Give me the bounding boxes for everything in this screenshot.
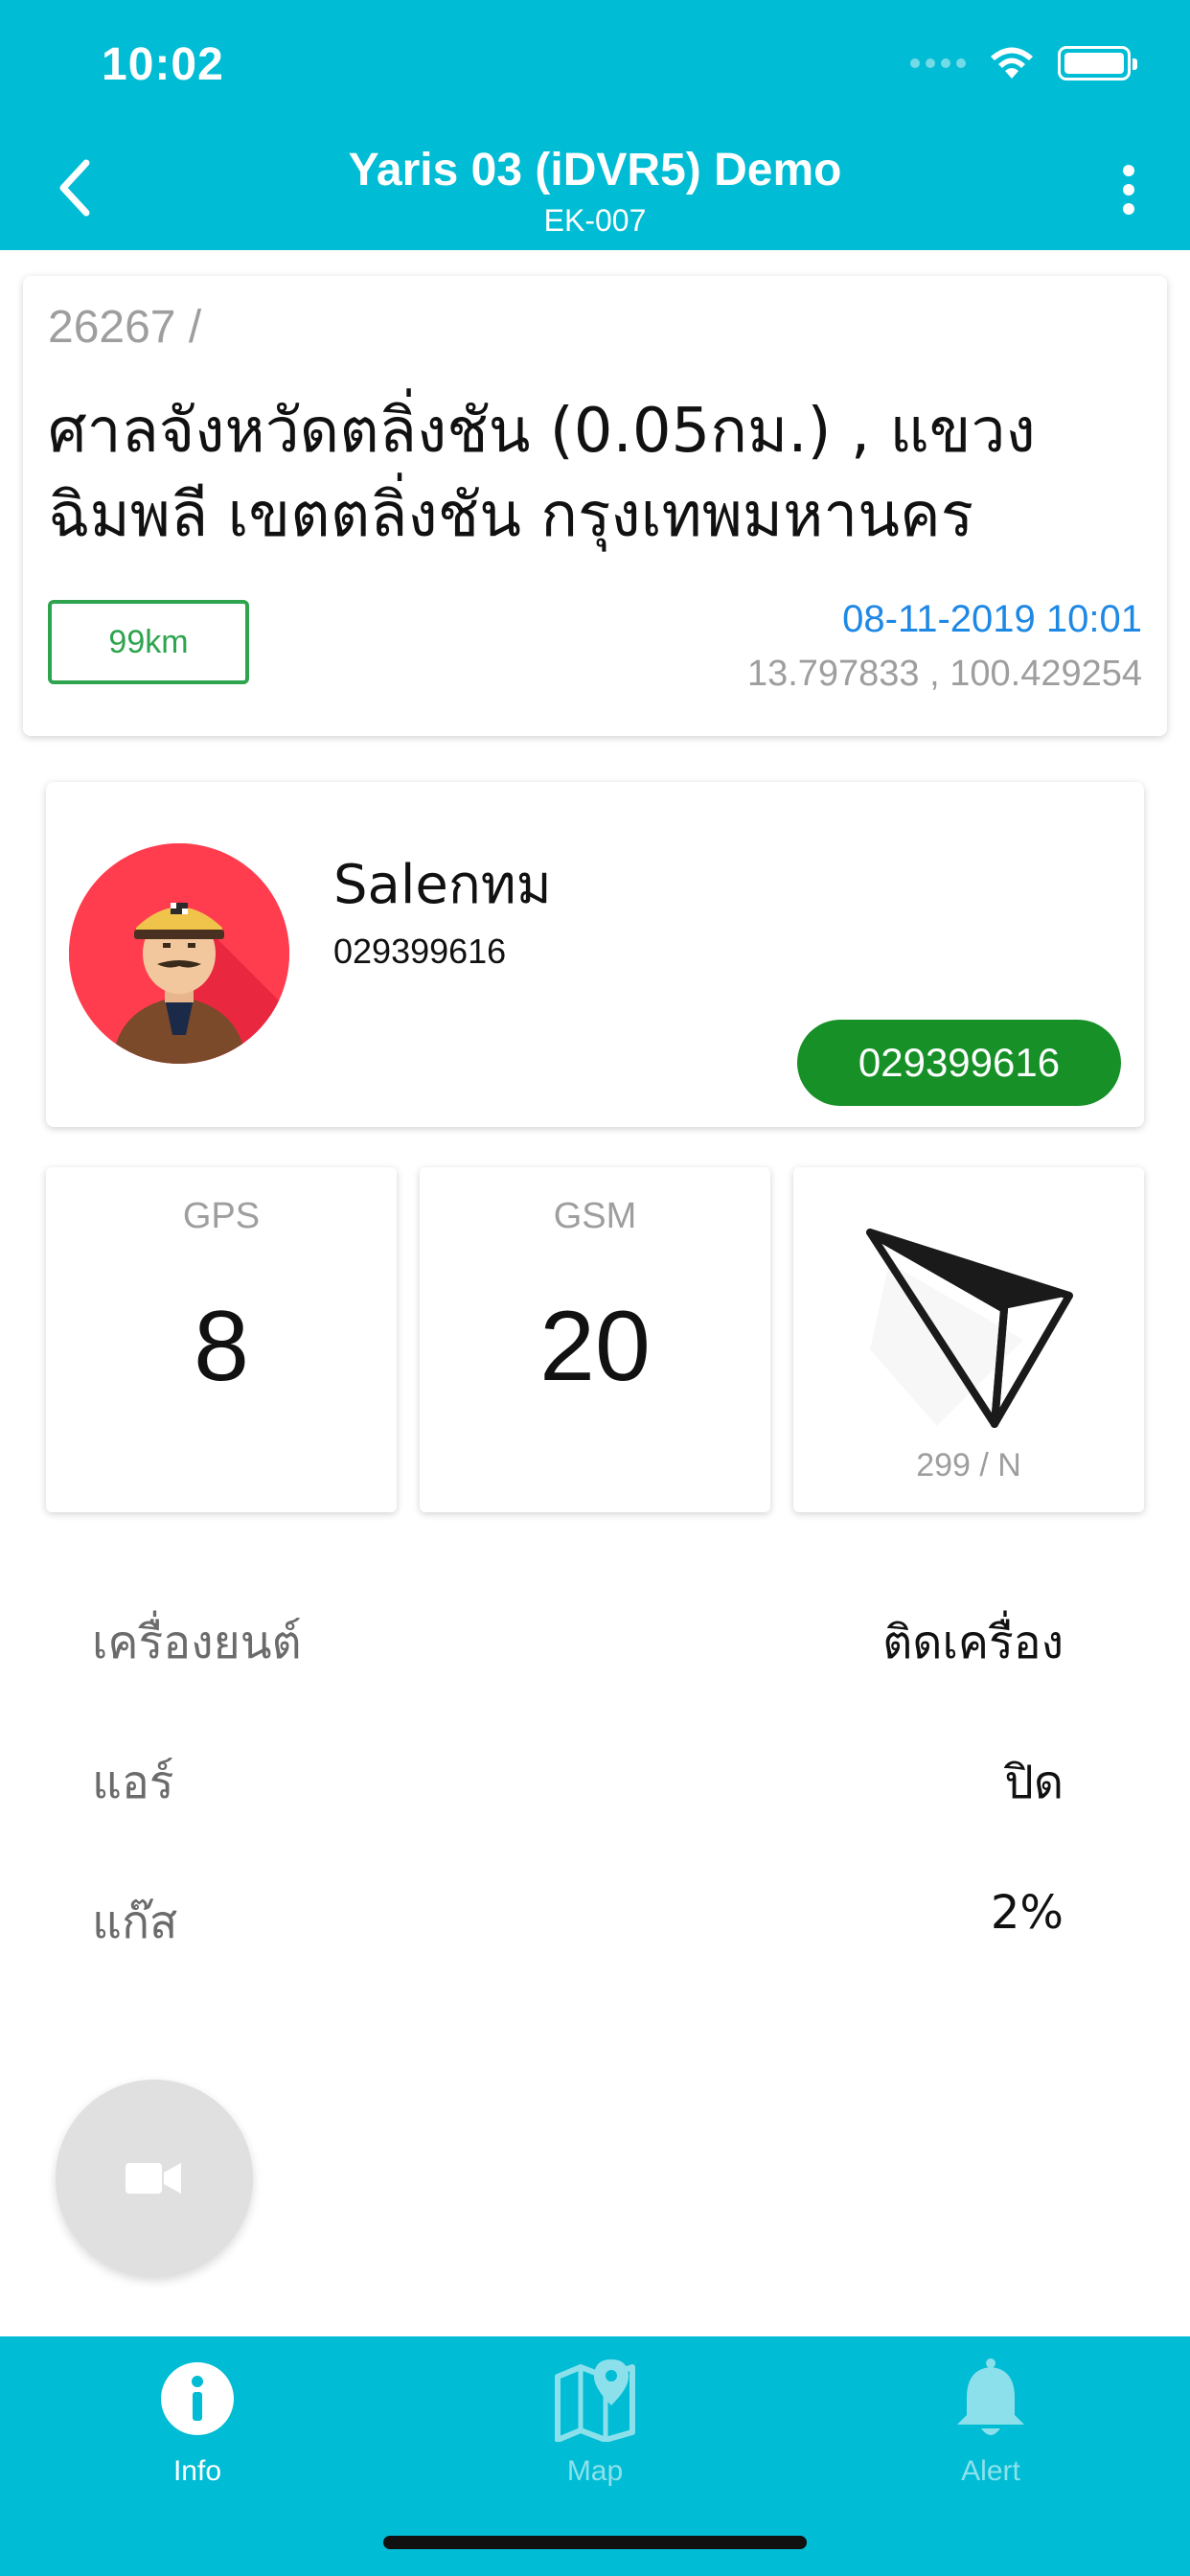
tab-map[interactable]: Map bbox=[490, 2356, 700, 2518]
more-options-button[interactable] bbox=[1106, 161, 1152, 218]
info-value: ติดเครื่อง bbox=[882, 1616, 1064, 1669]
info-key: เครื่องยนต์ bbox=[92, 1616, 302, 1669]
heading-arrow-icon bbox=[866, 1229, 1073, 1428]
home-indicator bbox=[383, 2536, 807, 2549]
gsm-stat-card: GSM 20 bbox=[420, 1167, 770, 1512]
page-subtitle: EK-007 bbox=[543, 203, 647, 238]
gps-value: 8 bbox=[194, 1291, 249, 1402]
gps-label: GPS bbox=[182, 1196, 261, 1236]
location-address: ศาลจังหวัดตลิ่งชัน (0.05กม.) , แขวงฉิมพล… bbox=[48, 396, 1036, 551]
cellular-signal-icon bbox=[910, 58, 966, 68]
info-value: ปิด bbox=[1004, 1756, 1064, 1809]
info-row-engine: เครื่องยนต์ ติดเครื่อง bbox=[92, 1606, 1064, 1683]
info-value: 2% bbox=[990, 1886, 1064, 1940]
driver-card: Saleกทม 029399616 029399616 bbox=[46, 782, 1144, 1127]
tab-alert[interactable]: Alert bbox=[885, 2356, 1096, 2518]
location-coordinates: 13.797833 , 100.429254 bbox=[746, 654, 1142, 694]
location-id: 26267 / bbox=[48, 302, 202, 353]
status-time: 10:02 bbox=[102, 39, 224, 90]
tab-info-label: Info bbox=[172, 2455, 222, 2487]
bell-icon bbox=[957, 2358, 1024, 2435]
wifi-icon bbox=[991, 47, 1033, 79]
tab-info[interactable]: Info bbox=[92, 2356, 303, 2518]
tab-alert-label: Alert bbox=[961, 2455, 1020, 2487]
info-key: แก๊ส bbox=[92, 1896, 178, 1949]
location-datetime: 08-11-2019 10:01 bbox=[842, 598, 1142, 640]
video-camera-icon bbox=[126, 2163, 181, 2194]
battery-icon bbox=[1058, 46, 1137, 80]
page-title: Yaris 03 (iDVR5) Demo bbox=[348, 145, 842, 196]
status-indicators bbox=[910, 42, 1137, 84]
call-driver-button[interactable]: 029399616 bbox=[797, 1020, 1121, 1106]
driver-name: Saleกทม bbox=[333, 854, 552, 916]
driver-phone: 029399616 bbox=[333, 932, 507, 971]
heading-stat-card: 299 / N bbox=[793, 1167, 1144, 1512]
info-icon bbox=[161, 2362, 234, 2435]
tab-map-label: Map bbox=[566, 2455, 624, 2487]
info-row-gas: แก๊ส 2% bbox=[92, 1886, 1064, 1963]
video-camera-button[interactable] bbox=[56, 2080, 253, 2277]
location-card: 26267 / ศาลจังหวัดตลิ่งชัน (0.05กม.) , แ… bbox=[23, 276, 1167, 736]
gsm-label: GSM bbox=[553, 1196, 637, 1236]
gsm-value: 20 bbox=[539, 1291, 651, 1402]
app-header: 10:02 Yaris 03 (iDVR5) Demo EK-007 bbox=[0, 0, 1190, 250]
driver-avatar-icon bbox=[69, 843, 289, 1064]
map-pin-icon bbox=[555, 2359, 635, 2442]
heading-label: 299 / N bbox=[916, 1447, 1021, 1484]
speed-badge: 99km bbox=[48, 600, 249, 684]
more-vertical-icon bbox=[1123, 165, 1134, 176]
info-key: แอร์ bbox=[92, 1756, 174, 1809]
screen: 10:02 Yaris 03 (iDVR5) Demo EK-007 26267… bbox=[0, 0, 1190, 2576]
gps-stat-card: GPS 8 bbox=[46, 1167, 397, 1512]
info-row-aircon: แอร์ ปิด bbox=[92, 1746, 1064, 1823]
